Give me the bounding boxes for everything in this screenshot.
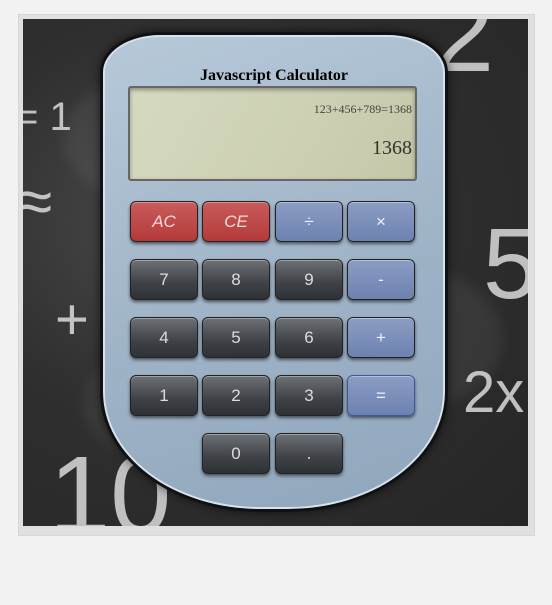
- all-clear-button[interactable]: AC: [130, 201, 198, 242]
- chalk-two-x: 2x: [463, 360, 525, 425]
- chalk-five: 5: [483, 208, 528, 320]
- digit-8-button[interactable]: 8: [202, 259, 270, 300]
- minus-button[interactable]: -: [347, 259, 415, 300]
- calculator-title: Javascript Calculator: [200, 67, 348, 84]
- digit-0-button[interactable]: 0: [202, 433, 270, 474]
- digit-1-button[interactable]: 1: [130, 375, 198, 416]
- result-readout: 1368: [372, 137, 412, 159]
- digit-9-button[interactable]: 9: [275, 259, 343, 300]
- equals-button[interactable]: =: [347, 375, 415, 416]
- digit-2-button[interactable]: 2: [202, 375, 270, 416]
- calculator: Javascript Calculator 123+456+789=1368 1…: [100, 32, 448, 512]
- multiply-button[interactable]: ×: [347, 201, 415, 242]
- decimal-point-button[interactable]: .: [275, 433, 343, 474]
- digit-6-button[interactable]: 6: [275, 317, 343, 358]
- chalk-approx: ≈: [23, 165, 53, 237]
- plus-button[interactable]: +: [347, 317, 415, 358]
- display: 123+456+789=1368 1368: [128, 86, 417, 181]
- digit-4-button[interactable]: 4: [130, 317, 198, 358]
- digit-3-button[interactable]: 3: [275, 375, 343, 416]
- digit-5-button[interactable]: 5: [202, 317, 270, 358]
- clear-entry-button[interactable]: CE: [202, 201, 270, 242]
- digit-7-button[interactable]: 7: [130, 259, 198, 300]
- history-readout: 123+456+789=1368: [313, 102, 412, 116]
- chalk-equals-one: = 1: [23, 95, 72, 139]
- chalk-plus: +: [55, 287, 89, 352]
- divide-button[interactable]: ÷: [275, 201, 343, 242]
